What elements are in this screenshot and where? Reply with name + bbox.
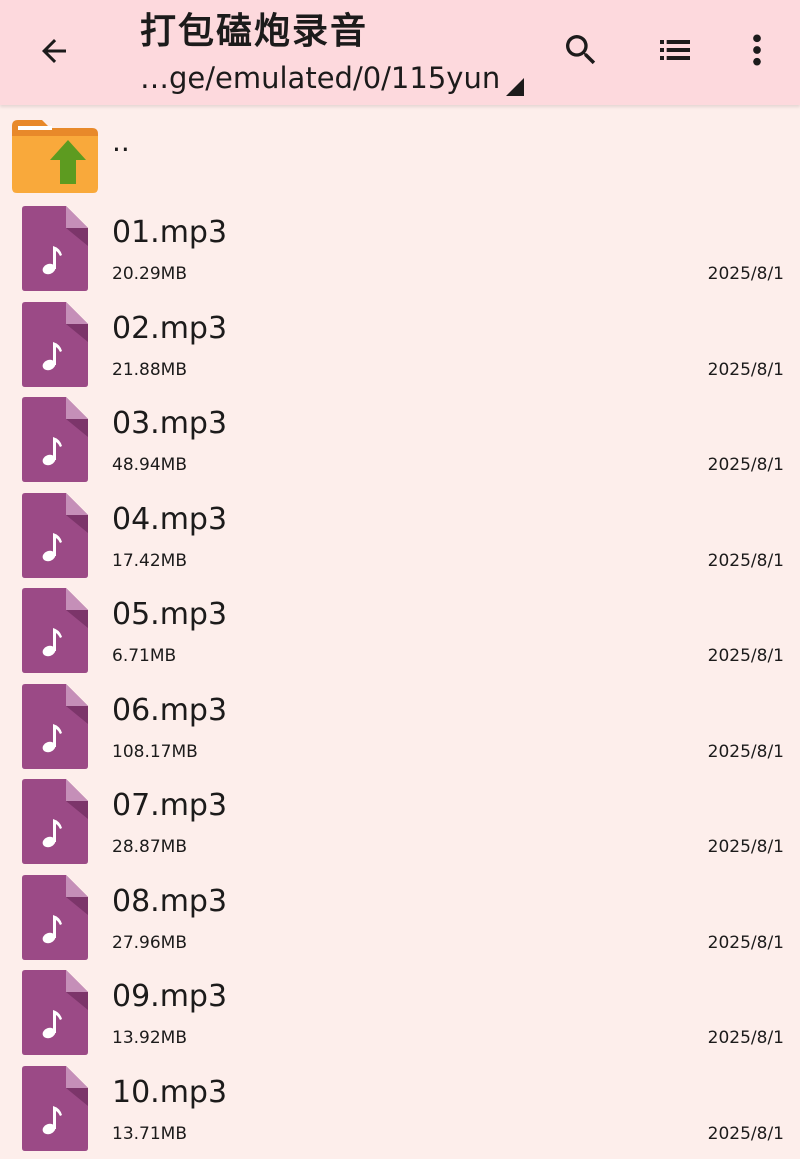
current-path: …ge/emulated/0/115yun — [140, 61, 501, 95]
file-date: 2025/8/1 — [707, 1028, 784, 1048]
file-size: 13.92MB — [112, 1028, 187, 1048]
audio-file-icon — [22, 206, 88, 291]
file-date: 2025/8/1 — [707, 932, 784, 953]
page-title: 打包磕炮录音 — [140, 11, 369, 52]
file-list: 01.mp3 20.29MB 2025/8/1 02.mp3 21.88MB 2… — [0, 200, 800, 1155]
file-date: 2025/8/1 — [707, 550, 784, 571]
file-size: 108.17MB — [112, 741, 198, 762]
file-name: 08.mp3 — [112, 883, 228, 919]
audio-file-icon — [22, 588, 88, 673]
file-row[interactable]: 05.mp3 6.71MB 2025/8/1 — [0, 582, 800, 678]
folder-up-icon — [12, 120, 98, 193]
file-name: 01.mp3 — [112, 215, 228, 250]
file-name: 04.mp3 — [112, 501, 228, 537]
file-date: 2025/8/1 — [707, 741, 784, 762]
file-row[interactable]: 06.mp3 108.17MB 2025/8/1 — [0, 678, 800, 774]
file-size: 48.94MB — [112, 455, 187, 475]
list-view-icon — [660, 40, 690, 60]
file-row[interactable]: 02.mp3 21.88MB 2025/8/1 — [0, 296, 800, 392]
app-toolbar: 打包磕炮录音 …ge/emulated/0/115yun — [0, 0, 800, 105]
arrow-back-icon — [42, 39, 66, 63]
parent-folder-row[interactable]: .. — [0, 105, 800, 200]
file-date: 2025/8/1 — [707, 837, 784, 857]
audio-file-icon — [22, 970, 88, 1055]
file-row[interactable]: 01.mp3 20.29MB 2025/8/1 — [0, 200, 800, 296]
file-name: 09.mp3 — [112, 979, 228, 1014]
audio-file-icon — [22, 1065, 88, 1151]
file-size: 17.42MB — [112, 550, 187, 571]
file-date: 2025/8/1 — [707, 1123, 784, 1144]
file-row[interactable]: 09.mp3 13.92MB 2025/8/1 — [0, 964, 800, 1060]
file-name: 02.mp3 — [112, 310, 228, 346]
file-row[interactable]: 10.mp3 13.71MB 2025/8/1 — [0, 1060, 800, 1156]
file-name: 07.mp3 — [112, 788, 228, 823]
audio-file-icon — [22, 397, 88, 482]
search-icon — [566, 35, 596, 65]
audio-file-icon — [22, 779, 88, 864]
audio-file-icon — [22, 301, 88, 387]
file-size: 21.88MB — [112, 359, 187, 380]
file-row[interactable]: 03.mp3 48.94MB 2025/8/1 — [0, 391, 800, 487]
file-name: 06.mp3 — [112, 692, 228, 728]
audio-file-icon — [22, 492, 88, 578]
audio-file-icon — [22, 874, 88, 960]
file-size: 13.71MB — [112, 1123, 187, 1144]
path-dropdown[interactable]: …ge/emulated/0/115yun — [140, 58, 525, 98]
file-name: 03.mp3 — [112, 406, 228, 441]
file-name: 10.mp3 — [112, 1074, 228, 1110]
search-button[interactable] — [549, 18, 613, 82]
file-date: 2025/8/1 — [707, 264, 784, 284]
audio-file-icon — [22, 683, 88, 769]
file-size: 20.29MB — [112, 264, 187, 284]
file-row[interactable]: 07.mp3 28.87MB 2025/8/1 — [0, 773, 800, 869]
file-size: 27.96MB — [112, 932, 187, 953]
file-row[interactable]: 08.mp3 27.96MB 2025/8/1 — [0, 869, 800, 965]
file-row[interactable]: 04.mp3 17.42MB 2025/8/1 — [0, 487, 800, 583]
more-vert-icon — [753, 34, 761, 66]
dropdown-triangle-icon — [506, 78, 525, 96]
file-date: 2025/8/1 — [707, 359, 784, 380]
file-date: 2025/8/1 — [707, 646, 784, 666]
file-size: 6.71MB — [112, 646, 177, 666]
back-button[interactable] — [22, 19, 86, 83]
file-name: 05.mp3 — [112, 597, 228, 632]
view-mode-button[interactable] — [643, 18, 707, 82]
file-size: 28.87MB — [112, 837, 187, 857]
file-date: 2025/8/1 — [707, 455, 784, 475]
parent-folder-label: .. — [112, 125, 130, 158]
more-options-button[interactable] — [725, 18, 789, 82]
